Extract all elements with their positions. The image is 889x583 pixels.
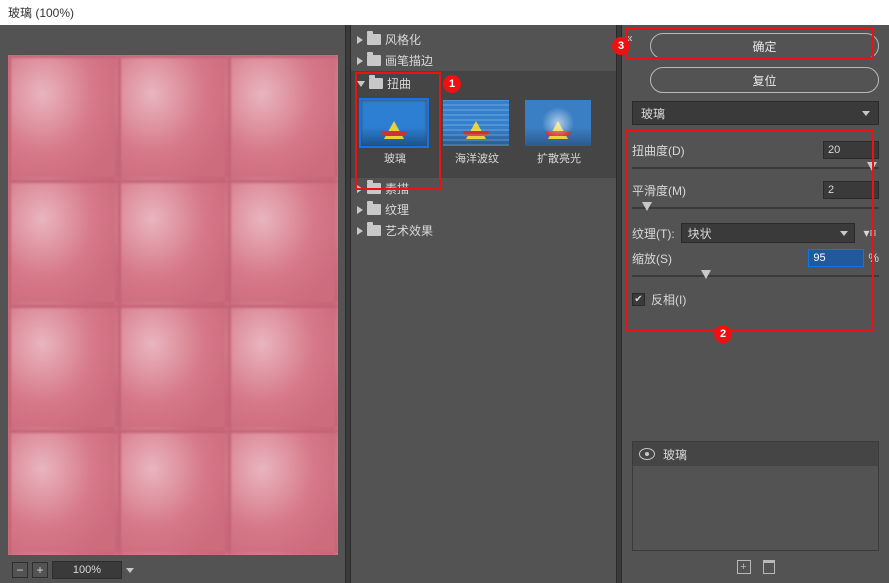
distortion-slider[interactable] <box>632 161 879 173</box>
smooth-slider[interactable] <box>632 201 879 213</box>
params-group: 扭曲度(D) 平滑度(M) 纹理(T): 块状 ▾≡ 缩放(S) <box>632 135 879 308</box>
tree-texture[interactable]: 纹理 <box>351 199 616 220</box>
window-title: 玻璃 (100%) <box>0 0 889 25</box>
tree-brush[interactable]: 画笔描边 <box>351 50 616 71</box>
tree-stylize[interactable]: 风格化 <box>351 29 616 50</box>
distortion-input[interactable] <box>823 141 879 159</box>
texture-value: 块状 <box>688 225 712 242</box>
expand-icon <box>357 185 363 193</box>
thumb-label: 扩散亮光 <box>523 150 595 166</box>
filter-select-value: 玻璃 <box>641 105 665 122</box>
folder-icon <box>367 204 381 215</box>
visibility-icon[interactable] <box>639 448 655 460</box>
thumb-diffuse[interactable]: 扩散亮光 <box>523 98 595 166</box>
invert-label: 反相(I) <box>651 291 686 308</box>
expand-icon <box>357 206 363 214</box>
preview-canvas[interactable] <box>8 33 343 555</box>
texture-label: 纹理(T): <box>632 225 675 242</box>
thumb-label: 玻璃 <box>359 150 431 166</box>
collapse-icon <box>357 81 365 87</box>
zoom-dropdown-icon[interactable] <box>126 568 134 573</box>
folder-icon <box>369 78 383 89</box>
tree-label: 风格化 <box>385 31 421 48</box>
invert-checkbox[interactable]: ✔ 反相(I) <box>632 291 879 308</box>
tree-artistic[interactable]: 艺术效果 <box>351 220 616 241</box>
texture-select[interactable]: 块状 <box>681 223 855 243</box>
thumb-label: 海洋波纹 <box>441 150 513 166</box>
zoom-out-button[interactable]: − <box>12 562 28 578</box>
tree-label: 纹理 <box>385 201 409 218</box>
layer-row[interactable]: 玻璃 <box>633 442 878 466</box>
scale-unit: % <box>868 251 879 265</box>
reset-button[interactable]: 复位 <box>650 67 879 93</box>
chevron-down-icon <box>840 231 848 236</box>
folder-icon <box>367 225 381 236</box>
filter-select[interactable]: 玻璃 <box>632 101 879 125</box>
scale-input[interactable] <box>808 249 864 267</box>
zoom-value[interactable]: 100% <box>52 561 122 579</box>
delete-layer-button[interactable] <box>763 560 775 574</box>
scale-label: 缩放(S) <box>632 250 672 267</box>
filter-tree: 风格化 画笔描边 扭曲 玻璃 海洋波纹 <box>351 25 616 583</box>
new-layer-button[interactable] <box>737 560 751 574</box>
expand-icon <box>357 227 363 235</box>
chevron-down-icon <box>862 111 870 116</box>
preview-pane: − + 100% <box>0 25 345 583</box>
texture-menu-icon[interactable]: ▾≡ <box>861 226 879 240</box>
folder-icon <box>367 34 381 45</box>
tree-label: 画笔描边 <box>385 52 433 69</box>
tree-label: 艺术效果 <box>385 222 433 239</box>
expand-icon <box>357 36 363 44</box>
thumb-glass[interactable]: 玻璃 <box>359 98 431 166</box>
tree-distort-group: 扭曲 玻璃 海洋波纹 扩散亮光 <box>351 71 616 178</box>
effect-layers: 玻璃 <box>632 441 879 551</box>
smooth-input[interactable] <box>823 181 879 199</box>
scale-slider[interactable] <box>632 269 879 281</box>
smooth-label: 平滑度(M) <box>632 182 686 199</box>
tree-sketch[interactable]: 素描 <box>351 178 616 199</box>
folder-icon <box>367 55 381 66</box>
tree-label: 素描 <box>385 180 409 197</box>
tree-distort[interactable]: 扭曲 <box>357 73 610 94</box>
thumb-ocean[interactable]: 海洋波纹 <box>441 98 513 166</box>
preview-image <box>8 55 338 555</box>
settings-pane: « 确定 复位 玻璃 扭曲度(D) 平滑度(M) 纹理(T): 块状 <box>622 25 889 583</box>
folder-icon <box>367 183 381 194</box>
distortion-label: 扭曲度(D) <box>632 142 685 159</box>
ok-button[interactable]: 确定 <box>650 33 879 59</box>
panel-toggle-icon[interactable]: « <box>626 31 638 43</box>
zoom-in-button[interactable]: + <box>32 562 48 578</box>
expand-icon <box>357 57 363 65</box>
layer-name: 玻璃 <box>663 446 687 463</box>
checkbox-icon: ✔ <box>632 293 645 306</box>
tree-label: 扭曲 <box>387 75 411 92</box>
